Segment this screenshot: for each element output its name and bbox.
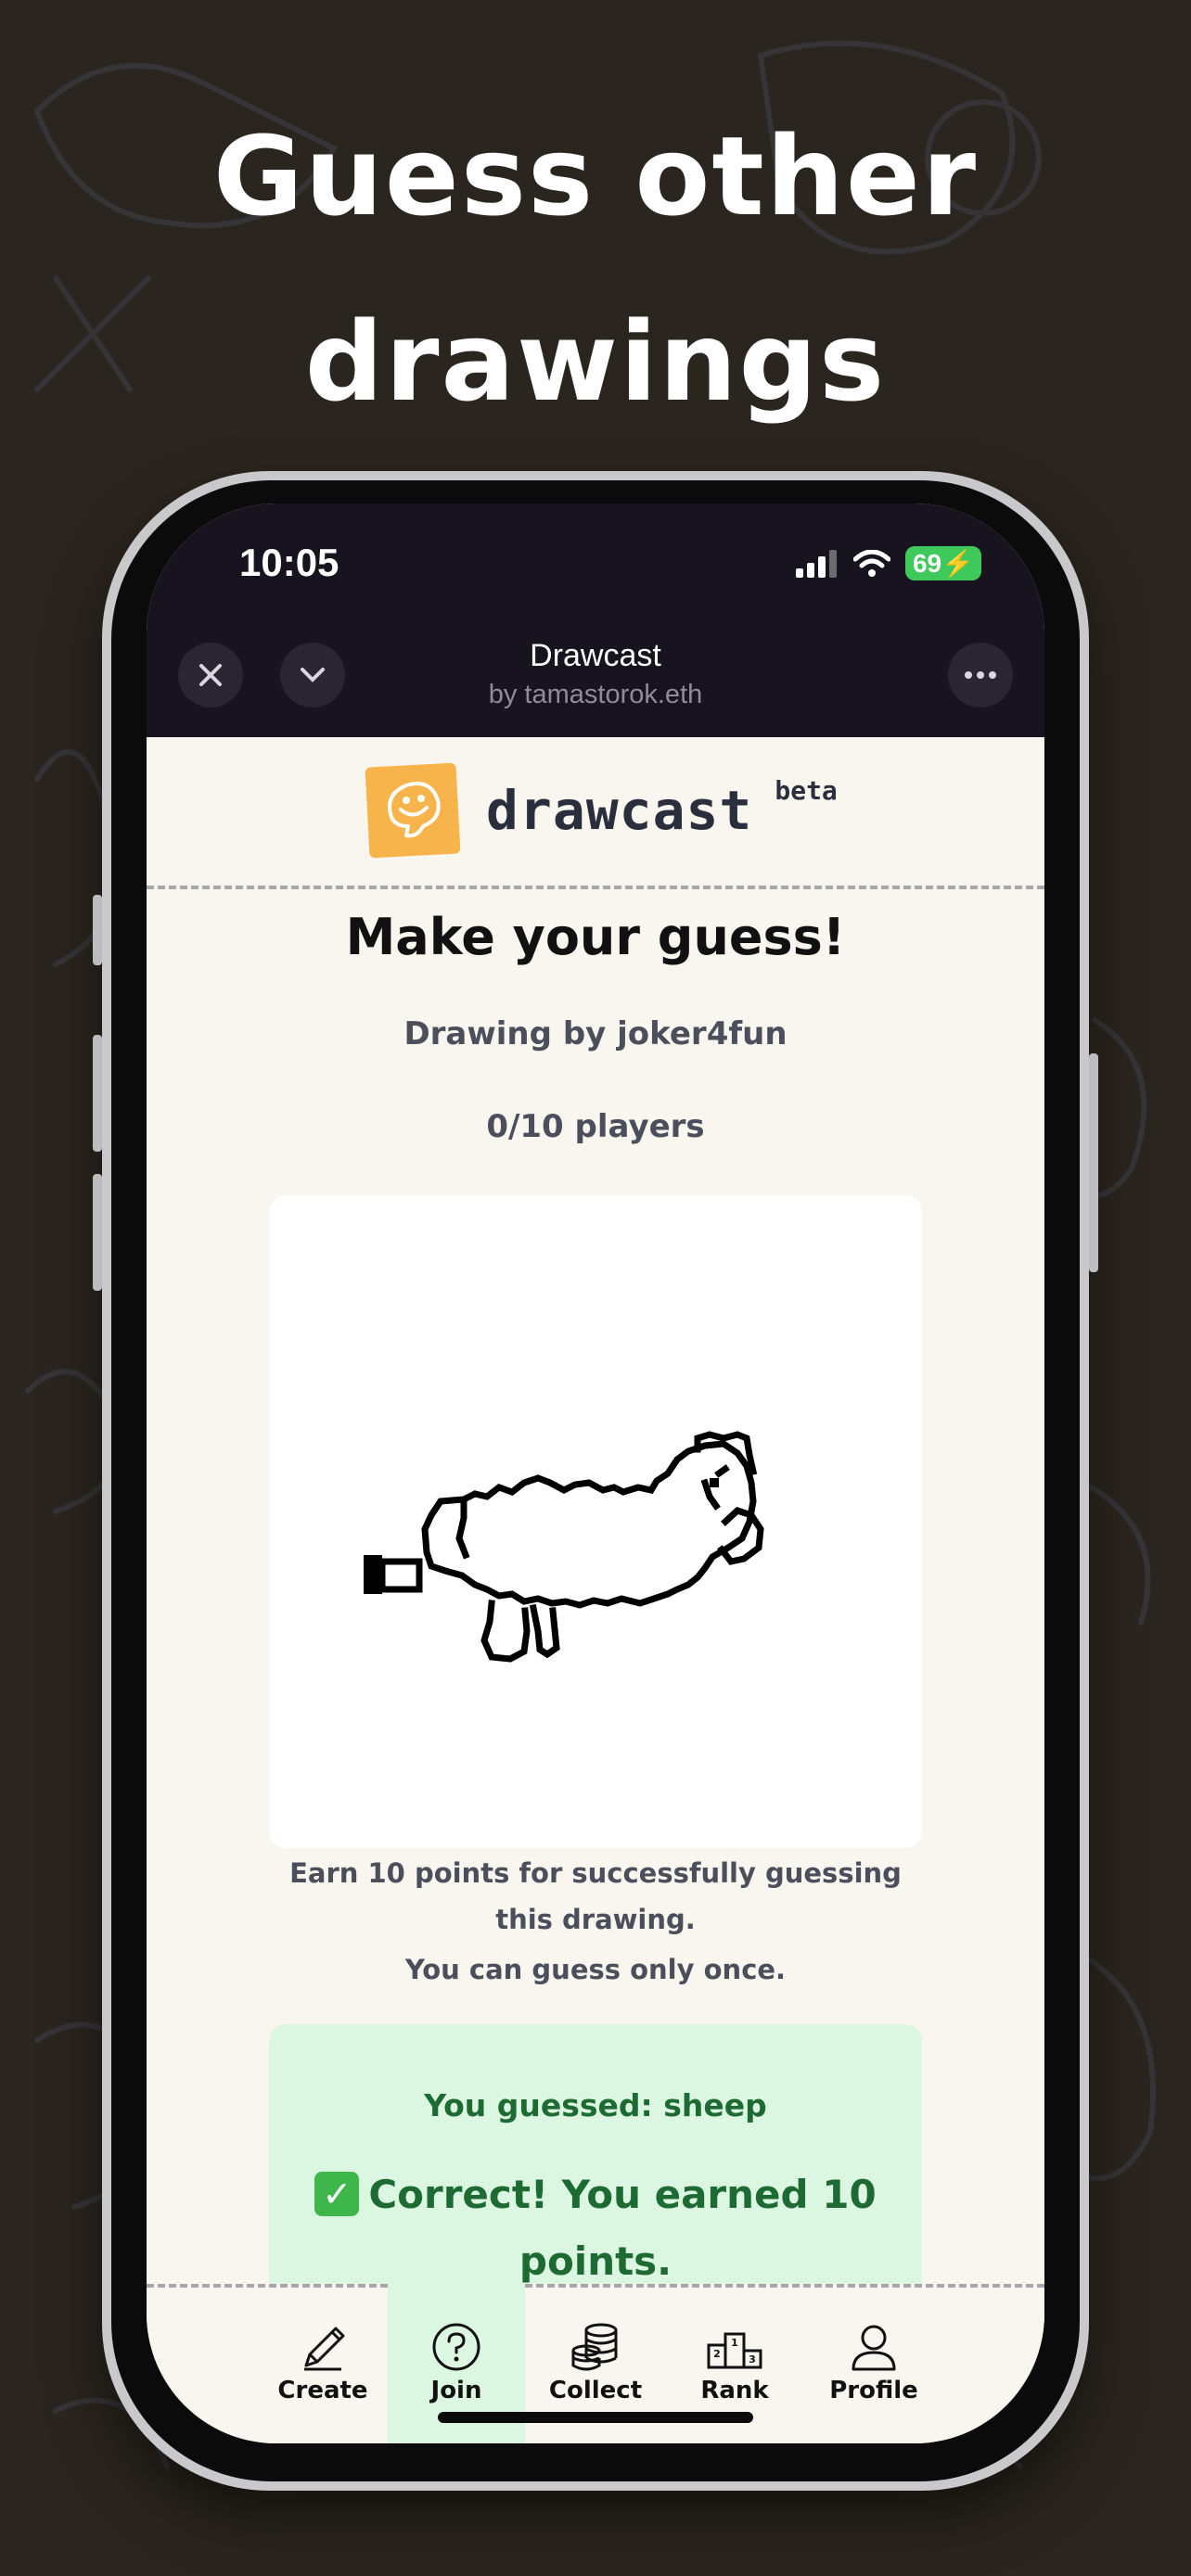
drawcast-logo-icon xyxy=(365,762,461,859)
correct-message: ✓ Correct! You earned 10 points. xyxy=(306,2162,885,2295)
question-icon xyxy=(432,2323,480,2371)
status-time: 10:05 xyxy=(239,541,339,584)
user-icon xyxy=(852,2325,896,2371)
beta-badge: beta xyxy=(775,774,838,806)
tab-create[interactable]: Create xyxy=(254,2284,391,2443)
signal-icon xyxy=(795,549,837,578)
wifi-icon xyxy=(852,549,890,577)
correct-text: Correct! You earned 10 points. xyxy=(368,2172,877,2284)
webapp-title: Drawcast xyxy=(530,638,661,673)
pencil-icon xyxy=(304,2327,345,2371)
svg-text:1: 1 xyxy=(731,2337,738,2349)
players-count: 0/10 players xyxy=(486,1108,705,1145)
guess-limit-info: You can guess only once. xyxy=(404,1954,787,1985)
drawing-canvas xyxy=(269,1195,922,1848)
tab-profile[interactable]: Profile xyxy=(805,2284,942,2443)
tab-rank-label: Rank xyxy=(700,2377,769,2404)
tab-create-label: Create xyxy=(277,2377,368,2404)
header-divider xyxy=(147,886,1044,889)
phone-volume-up xyxy=(93,1035,102,1152)
sheep-drawing xyxy=(364,1431,764,1663)
svg-text:3: 3 xyxy=(749,2353,756,2366)
check-icon: ✓ xyxy=(314,2171,360,2216)
podium-icon: 12 3 xyxy=(707,2332,762,2369)
headline-line-1: Guess other xyxy=(212,112,979,240)
headline: Guess other drawings xyxy=(0,83,1191,454)
points-info: Earn 10 points for successfully guessing… xyxy=(289,1857,902,1935)
battery-level: 69 xyxy=(912,549,942,578)
brand-header[interactable]: drawcast beta xyxy=(364,761,838,860)
status-icons: 69⚡ xyxy=(795,546,981,580)
phone-volume-down xyxy=(93,1174,102,1291)
charging-icon: ⚡ xyxy=(941,549,974,578)
coins-icon xyxy=(571,2323,618,2371)
tab-join-label: Join xyxy=(430,2377,482,2404)
phone-screen: 10:05 69⚡ Drawcast by tamastorok.eth dra… xyxy=(147,504,1044,2443)
page-title: Make your guess! xyxy=(345,908,846,966)
drawing-artist: Drawing by joker4fun xyxy=(403,1015,788,1052)
headline-line-2: drawings xyxy=(304,298,887,426)
battery-indicator: 69⚡ xyxy=(904,546,981,580)
webapp-subtitle: by tamastorok.eth xyxy=(488,680,703,709)
tab-profile-label: Profile xyxy=(829,2377,918,2404)
webapp-header: 10:05 69⚡ Drawcast by tamastorok.eth xyxy=(147,504,1044,737)
svg-text:2: 2 xyxy=(713,2348,721,2360)
home-indicator[interactable] xyxy=(438,2412,753,2423)
phone-side-button xyxy=(93,895,102,965)
phone-power-button xyxy=(1089,1053,1098,1272)
your-guess: You guessed: sheep xyxy=(424,2087,767,2123)
brand-name: drawcast xyxy=(486,779,753,842)
guess-result-card: You guessed: sheep ✓ Correct! You earned … xyxy=(269,2024,922,2321)
tab-collect-label: Collect xyxy=(548,2377,643,2404)
